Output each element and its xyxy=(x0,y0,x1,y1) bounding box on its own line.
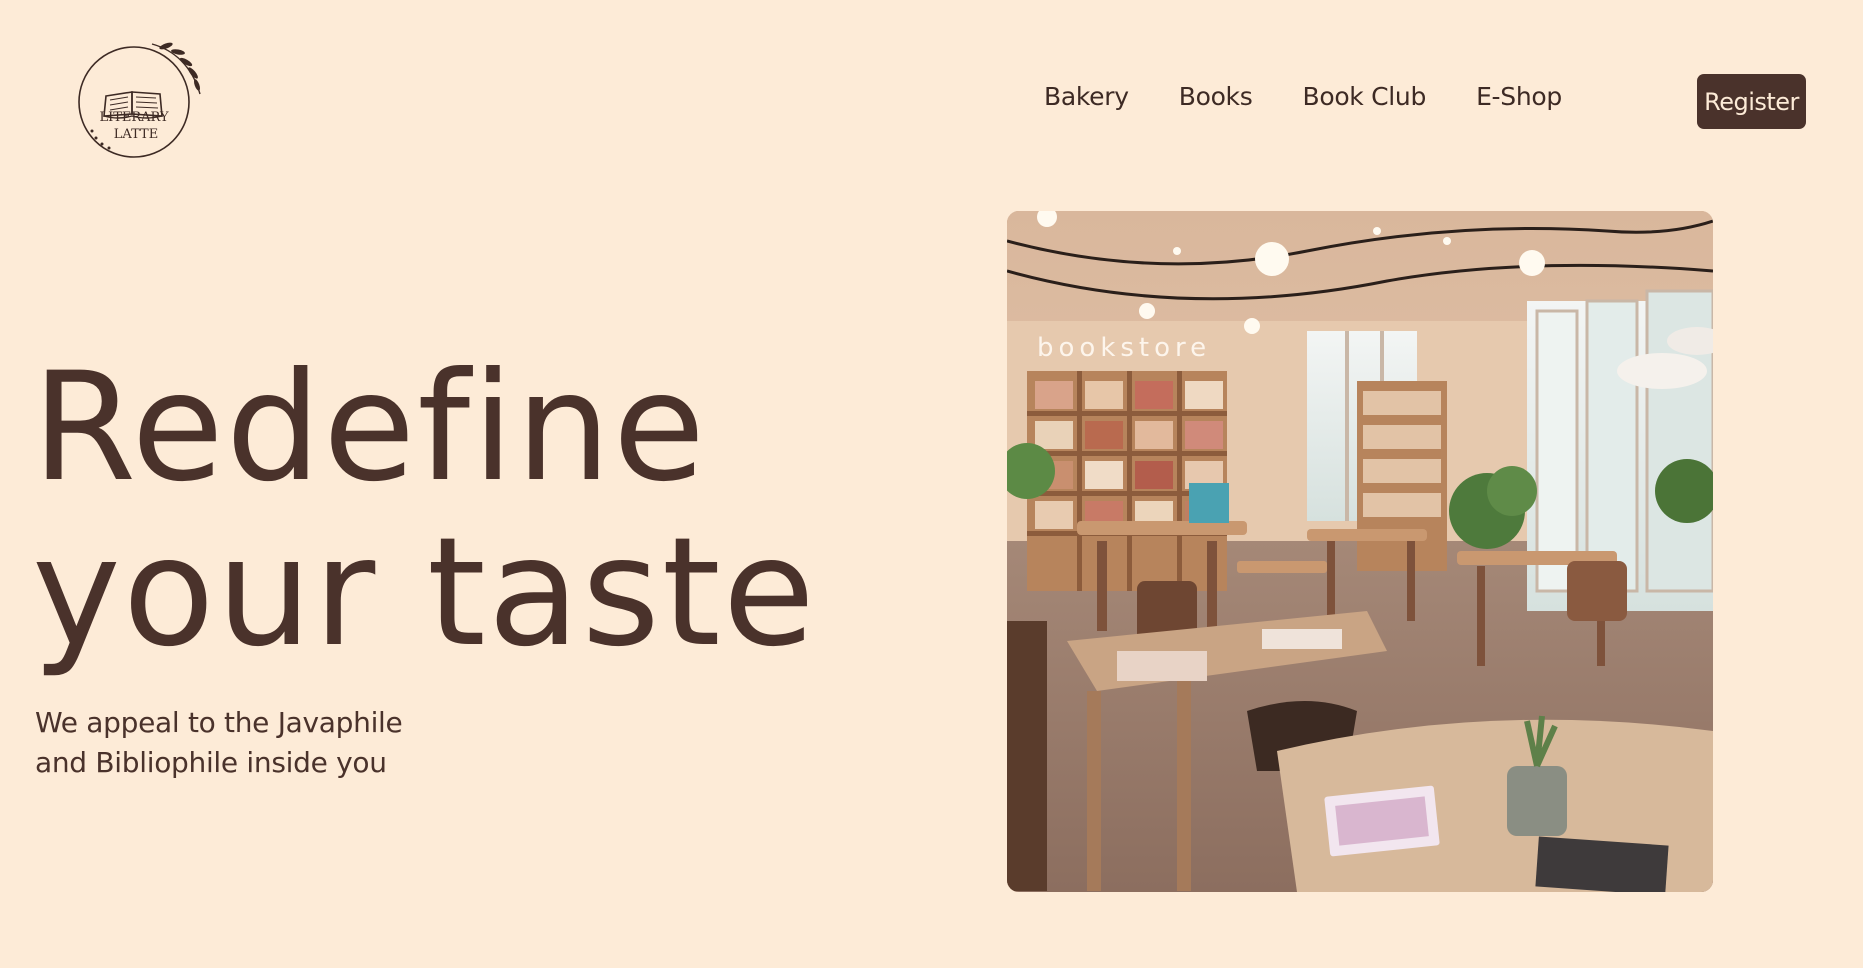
nav-link-bakery[interactable]: Bakery xyxy=(1044,82,1129,111)
nav-link-book-club[interactable]: Book Club xyxy=(1302,82,1426,111)
nav-link-books[interactable]: Books xyxy=(1179,82,1253,111)
register-button[interactable]: Register xyxy=(1697,74,1806,129)
page: LITERARY LATTE Bakery Books Book Club E-… xyxy=(0,0,1863,968)
hero-cafe-image: bookstore xyxy=(1007,211,1713,892)
hero-subtitle: We appeal to the Javaphile and Bibliophi… xyxy=(35,703,403,783)
svg-text:LITERARY: LITERARY xyxy=(99,110,168,125)
hero-subtitle-line-1: We appeal to the Javaphile xyxy=(35,706,403,739)
svg-text:LATTE: LATTE xyxy=(114,127,158,142)
hero-title-line-1: Redefine xyxy=(32,341,708,515)
svg-text:bookstore: bookstore xyxy=(1037,333,1211,363)
logo-wordmark: LITERARY LATTE xyxy=(99,110,168,142)
brand-logo[interactable]: LITERARY LATTE xyxy=(74,36,208,164)
nav-link-e-shop[interactable]: E-Shop xyxy=(1476,82,1562,111)
hero-subtitle-line-2: and Bibliophile inside you xyxy=(35,746,387,779)
hero-title-line-2: your taste xyxy=(32,506,817,680)
hero-title: Redefine your taste xyxy=(32,346,817,676)
main-nav: Bakery Books Book Club E-Shop xyxy=(1044,82,1612,111)
